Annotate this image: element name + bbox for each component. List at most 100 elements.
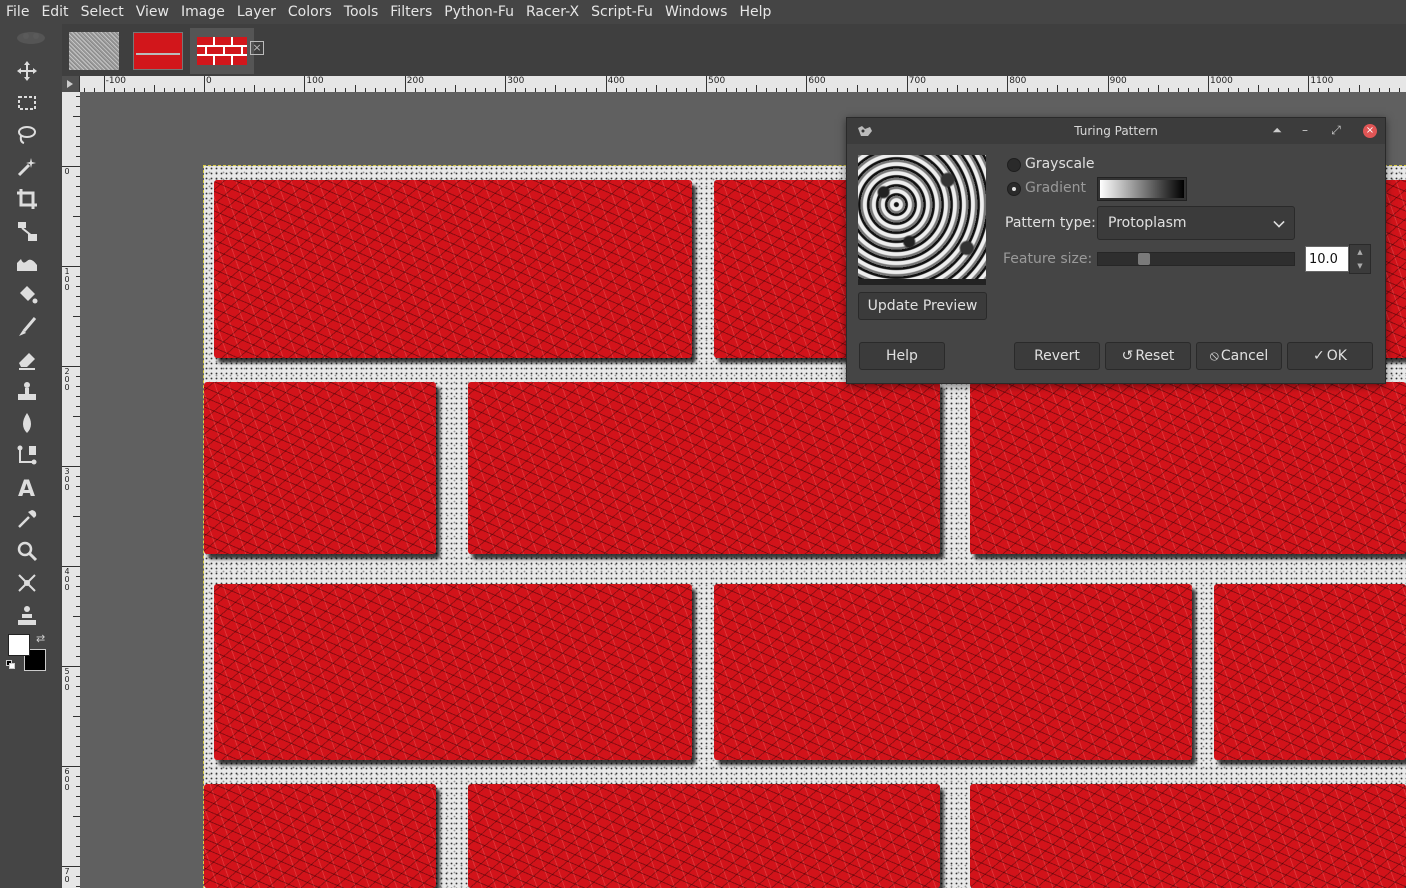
ok-button[interactable]: ✓ OK — [1287, 342, 1373, 370]
menu-bar: File Edit Select View Image Layer Colors Tools F… — [0, 0, 1406, 24]
menu-python-fu[interactable]: Python-Fu — [438, 0, 520, 24]
menu-file[interactable]: File — [0, 0, 35, 24]
menu-racer-x[interactable]: Racer-X — [520, 0, 585, 24]
pattern-type-dropdown[interactable]: Protoplasm — [1097, 206, 1295, 240]
fuzzy-select-icon — [17, 158, 36, 177]
measure-button[interactable] — [10, 568, 44, 598]
feature-size-slider[interactable] — [1097, 252, 1295, 266]
revert-button[interactable]: Revert — [1014, 342, 1100, 370]
crop-button[interactable] — [10, 184, 44, 214]
menu-layer[interactable]: Layer — [231, 0, 282, 24]
ruler-tick — [304, 76, 306, 92]
menu-image[interactable]: Image — [175, 0, 231, 24]
transform-button[interactable] — [10, 216, 44, 246]
ruler-label: 6 0 0 — [64, 767, 70, 792]
menu-edit[interactable]: Edit — [35, 0, 74, 24]
close-icon[interactable]: × — [1363, 124, 1377, 138]
ruler-tick — [505, 76, 507, 92]
menu-view[interactable]: View — [130, 0, 175, 24]
menu-script-fu[interactable]: Script-Fu — [585, 0, 659, 24]
keep-above-icon[interactable]: ⏶ — [1269, 123, 1285, 138]
minimize-icon[interactable]: – — [1297, 123, 1313, 137]
ruler-label: 1100 — [1310, 76, 1334, 86]
paths-icon — [17, 445, 37, 465]
blur-button[interactable] — [10, 408, 44, 438]
tab-close-icon[interactable]: × — [250, 41, 264, 55]
eraser-button[interactable] — [10, 344, 44, 374]
ruler-label: 4 0 0 — [64, 567, 70, 592]
maximize-icon[interactable]: ⤢ — [1328, 123, 1344, 138]
ruler-tick — [605, 76, 607, 92]
image-tab-bricks[interactable] — [190, 28, 254, 74]
paths-button[interactable] — [10, 440, 44, 470]
cancel-button-label: Cancel — [1220, 348, 1269, 364]
ruler-tick — [354, 85, 356, 92]
ruler-label: 5 0 0 — [64, 667, 70, 692]
bucket-fill-icon — [20, 286, 38, 304]
image-tab-noise[interactable] — [62, 28, 126, 74]
ruler-tick — [756, 85, 758, 92]
ruler-label: 1000 — [1210, 76, 1233, 86]
cancel-button[interactable]: ⦸ Cancel — [1196, 342, 1282, 370]
reset-icon: ↺ — [1121, 348, 1134, 364]
image-tab-red[interactable] — [126, 28, 190, 74]
feature-size-slider-handle[interactable] — [1138, 253, 1151, 265]
spin-down-icon[interactable]: ▼ — [1350, 259, 1370, 273]
menu-filters[interactable]: Filters — [384, 0, 438, 24]
foreground-color-swatch[interactable] — [8, 634, 30, 656]
ruler-tick — [73, 716, 80, 717]
menu-colors[interactable]: Colors — [282, 0, 338, 24]
feature-size-input[interactable] — [1305, 246, 1349, 272]
paintbrush-button[interactable] — [10, 312, 44, 342]
dialog-titlebar[interactable]: Turing Pattern ⏶ – ⤢ × — [847, 118, 1385, 144]
feature-size-spinner[interactable]: ▲ ▼ — [1349, 244, 1371, 274]
reset-button[interactable]: ↺ Reset — [1105, 342, 1191, 370]
rect-select-button[interactable] — [10, 88, 44, 118]
text-icon: A — [18, 477, 35, 499]
wilber-logo-icon — [17, 32, 45, 44]
eraser-icon — [19, 353, 35, 370]
menu-select[interactable]: Select — [75, 0, 130, 24]
color-picker-button[interactable] — [10, 504, 44, 534]
swap-colors-icon[interactable]: ⇄ — [36, 632, 45, 645]
clone-button[interactable] — [10, 376, 44, 406]
move-tool-button[interactable] — [10, 56, 44, 86]
ruler-tick — [73, 516, 80, 517]
text-button[interactable]: A — [10, 472, 44, 502]
ruler-tick — [73, 616, 80, 617]
help-button[interactable]: Help — [859, 342, 945, 370]
gradient-selector[interactable] — [1097, 177, 1187, 201]
reset-colors-icon[interactable] — [6, 660, 16, 670]
ruler-tick — [73, 116, 80, 117]
ruler-label: 800 — [1009, 76, 1027, 86]
transform-icon — [18, 222, 37, 241]
menu-tools[interactable]: Tools — [338, 0, 385, 24]
update-preview-button[interactable]: Update Preview — [858, 292, 987, 320]
brick — [204, 382, 436, 554]
zoom-button[interactable] — [10, 536, 44, 566]
menu-windows[interactable]: Windows — [659, 0, 734, 24]
lasso-button[interactable] — [10, 120, 44, 150]
ruler-tick — [73, 216, 80, 217]
ruler-label: 500 — [708, 76, 726, 86]
fuzzy-select-button[interactable] — [10, 152, 44, 182]
preview-image — [858, 155, 986, 285]
align-button[interactable] — [10, 600, 44, 630]
ruler-tick — [73, 816, 80, 817]
pattern-type-value: Protoplasm — [1108, 215, 1187, 231]
brick — [714, 584, 1192, 760]
ruler-tick — [73, 316, 80, 317]
rect-select-icon — [18, 96, 36, 110]
ruler-label: 400 — [607, 76, 625, 86]
ruler-label: 1 0 0 — [64, 267, 70, 292]
measure-icon — [18, 574, 36, 592]
gradient-radio[interactable] — [1007, 182, 1021, 196]
bucket-fill-button[interactable] — [10, 280, 44, 310]
warp-button[interactable] — [10, 248, 44, 278]
brick — [970, 784, 1406, 888]
ruler-label: 900 — [1109, 76, 1127, 86]
menu-help[interactable]: Help — [733, 0, 777, 24]
grayscale-radio[interactable] — [1007, 158, 1021, 172]
ruler-corner-button[interactable] — [62, 76, 80, 92]
spin-up-icon[interactable]: ▲ — [1350, 245, 1370, 259]
